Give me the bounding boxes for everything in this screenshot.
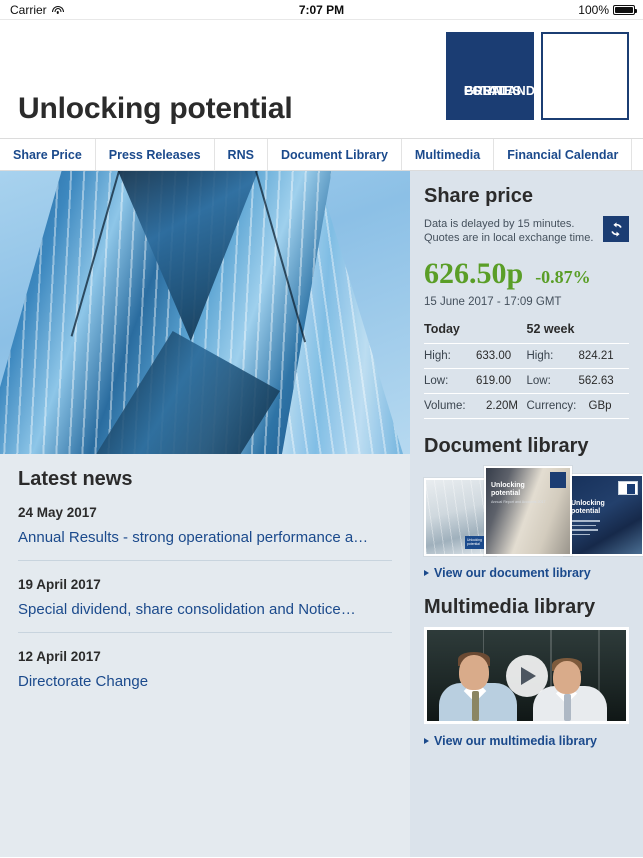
hero-image (0, 171, 410, 454)
nav-item-rns[interactable]: RNS (215, 139, 268, 170)
share-price-values: 626.50p -0.87% (424, 257, 629, 291)
table-row: Low: 619.00 Low: 562.63 (424, 369, 629, 394)
triangle-right-icon (424, 738, 429, 744)
document-library-heading: Document library (424, 435, 589, 457)
row-value: 562.63 (578, 375, 614, 387)
news-date: 19 April 2017 (18, 577, 101, 592)
share-price-widget: Share price Data is delayed by 15 minute… (424, 185, 629, 419)
multimedia-library-widget: Multimedia library View our multimedia l… (424, 596, 629, 748)
page-title: Unlocking potential (18, 92, 293, 125)
cover-text-lines (570, 520, 600, 538)
logo-filled-square: GREAT PORTLAND ESTATES (446, 32, 535, 120)
left-column: Latest news 24 May 2017 Annual Results -… (0, 171, 410, 857)
news-title-link[interactable]: Annual Results - strong operational perf… (18, 529, 392, 546)
view-document-library-label: View our document library (434, 566, 591, 580)
disclaimer-line-2: Quotes are in local exchange time. (424, 231, 594, 244)
site-header: Unlocking potential GREAT PORTLAND ESTATES (0, 20, 643, 138)
status-right: 100% (578, 2, 637, 17)
logo-outline-square (541, 32, 629, 120)
nav-item-contacts[interactable]: Contacts (632, 139, 643, 170)
cover-logo-badge (618, 481, 638, 495)
row-label: Volume: (424, 400, 466, 412)
view-document-library-link[interactable]: View our document library (424, 566, 629, 580)
table-header-row: Today 52 week (424, 318, 629, 344)
row-label: High: (424, 350, 451, 362)
right-column: Share price Data is delayed by 15 minute… (410, 171, 643, 857)
nav-item-multimedia[interactable]: Multimedia (402, 139, 495, 170)
view-multimedia-library-link[interactable]: View our multimedia library (424, 734, 629, 748)
battery-percent-label: 100% (578, 2, 609, 17)
table-row: Volume: 2.20M Currency: GBp (424, 394, 629, 419)
row-value: 2.20M (486, 400, 518, 412)
status-time: 7:07 PM (298, 2, 345, 17)
video-thumbnail[interactable] (424, 627, 629, 724)
row-label: Currency: (526, 400, 577, 412)
row-label: High: (526, 350, 554, 362)
latest-news-heading: Latest news (18, 468, 133, 490)
cover-subtitle: Annual Report and Accounts 2017 (491, 500, 546, 504)
row-value: 633.00 (476, 350, 512, 362)
multimedia-library-heading: Multimedia library (424, 596, 596, 618)
nav-item-document-library[interactable]: Document Library (268, 139, 402, 170)
cover-title: Unlocking potential (571, 500, 605, 515)
row-label: Low: (424, 375, 449, 387)
latest-news-section: Latest news 24 May 2017 Annual Results -… (0, 454, 410, 704)
main-navigation: Share Price Press Releases RNS Document … (0, 138, 643, 171)
page-body: Latest news 24 May 2017 Annual Results -… (0, 171, 643, 857)
nav-item-financial-calendar[interactable]: Financial Calendar (494, 139, 633, 170)
battery-full-icon (613, 4, 637, 15)
play-icon[interactable] (505, 654, 548, 697)
row-label: Low: (526, 375, 551, 387)
share-price-timestamp: 15 June 2017 - 17:09 GMT (424, 296, 562, 308)
share-price-table: Today 52 week High: 633.00 High: 824.21 Lo… (424, 318, 629, 419)
row-value: 824.21 (578, 350, 614, 362)
news-list-item[interactable]: 19 April 2017 Special dividend, share co… (18, 560, 392, 632)
great-portland-estates-logo[interactable]: GREAT PORTLAND ESTATES (446, 32, 629, 120)
document-cover-2[interactable]: Unlocking potential Annual Report and Acc… (484, 466, 572, 556)
news-title-link[interactable]: Directorate Change (18, 673, 392, 690)
row-value: 619.00 (476, 375, 512, 387)
news-date: 12 April 2017 (18, 649, 101, 664)
document-thumbnails[interactable]: Unlocking potential Unlocking potential A… (424, 466, 643, 556)
document-library-widget: Document library Unlocking potential Unl… (424, 435, 643, 580)
share-price-heading: Share price (424, 185, 533, 207)
view-multimedia-library-label: View our multimedia library (434, 734, 598, 748)
news-title-link[interactable]: Special dividend, share consolidation an… (18, 601, 392, 618)
cover-title: Unlocking potential (491, 482, 525, 497)
share-price-change: -0.87% (535, 267, 591, 287)
cover-logo-badge (550, 472, 566, 488)
news-list-item[interactable]: 24 May 2017 Annual Results - strong oper… (18, 505, 392, 560)
share-price-value: 626.50p (424, 257, 524, 290)
refresh-button[interactable] (603, 216, 629, 242)
ios-status-bar: Carrier 7:07 PM 100% (0, 0, 643, 20)
refresh-icon (610, 221, 622, 237)
disclaimer-line-1: Data is delayed by 15 minutes. (424, 218, 575, 230)
table-row: High: 633.00 High: 824.21 (424, 344, 629, 369)
nav-item-share-price[interactable]: Share Price (0, 139, 96, 170)
row-value: GBp (588, 400, 612, 412)
triangle-right-icon (424, 570, 429, 576)
news-date: 24 May 2017 (18, 505, 97, 520)
document-cover-3[interactable]: Unlocking potential (564, 474, 643, 556)
nav-item-press-releases[interactable]: Press Releases (96, 139, 215, 170)
news-list-item[interactable]: 12 April 2017 Directorate Change (18, 632, 392, 704)
share-price-disclaimer: Data is delayed by 15 minutes. Quotes ar… (424, 218, 593, 245)
person-left (439, 649, 517, 721)
header-today: Today (424, 322, 460, 336)
header-52-week: 52 week (526, 322, 575, 336)
